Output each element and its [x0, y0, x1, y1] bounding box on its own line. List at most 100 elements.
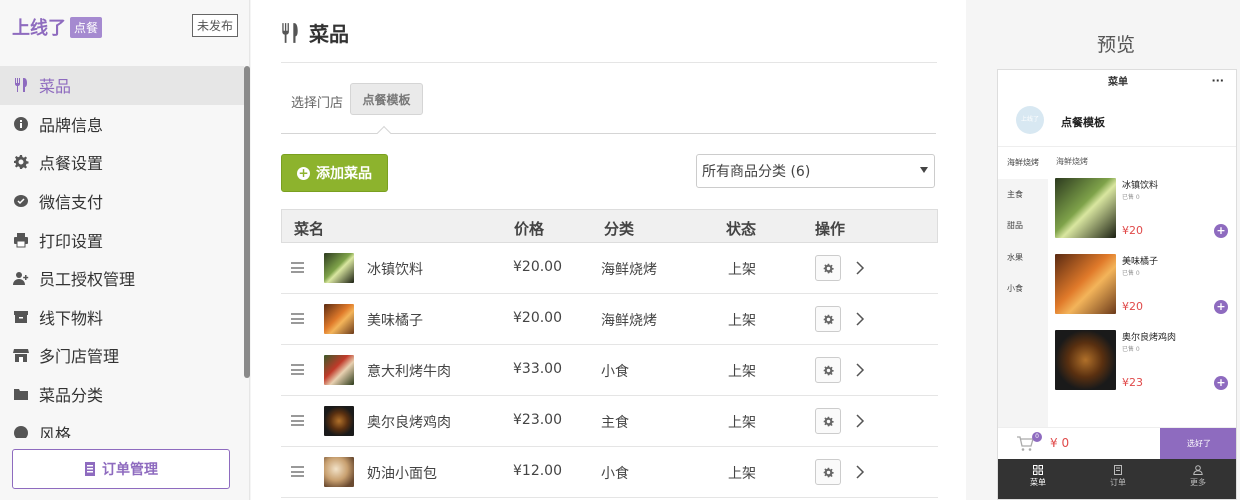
phone-tab-bar: 菜单 订单 更多	[998, 459, 1236, 499]
chevron-right-icon[interactable]	[855, 412, 865, 430]
sidebar-item-label: 点餐设置	[39, 154, 104, 174]
settings-button[interactable]	[815, 306, 841, 332]
store-icon	[12, 346, 30, 364]
sidebar-item-order-settings[interactable]: 点餐设置	[0, 143, 244, 182]
phone-dish-name: 冰镇饮料	[1122, 181, 1159, 191]
phone-dish-sold: 已售 0	[1122, 270, 1140, 277]
add-dish-button[interactable]: + 添加菜品	[281, 154, 388, 192]
sidebar-item-dish-categories[interactable]: 菜品分类	[0, 375, 244, 414]
document-icon	[1114, 465, 1122, 475]
user-add-icon	[12, 269, 30, 287]
title-divider	[281, 62, 937, 63]
sidebar-item-label: 菜品分类	[39, 386, 104, 406]
dish-price: ¥20.00	[513, 310, 562, 326]
gear-icon	[823, 263, 834, 273]
plus-circle-icon: +	[297, 165, 310, 180]
dish-category: 小食	[601, 466, 629, 482]
drag-handle-icon[interactable]	[291, 262, 304, 273]
page-title-text: 菜品	[309, 22, 349, 46]
gear-icon	[823, 365, 834, 375]
phone-tab-orders[interactable]: 订单	[1078, 459, 1158, 499]
dish-thumbnail	[324, 304, 354, 334]
phone-category-item[interactable]: 水果	[998, 242, 1048, 274]
drag-handle-icon[interactable]	[291, 364, 304, 375]
brand-logo[interactable]: 上线了 点餐	[12, 14, 103, 40]
phone-dish-price: ¥20	[1122, 300, 1143, 313]
phone-tab-label: 订单	[1110, 478, 1126, 487]
phone-category-item[interactable]: 主食	[998, 179, 1048, 211]
dish-category: 主食	[601, 415, 629, 431]
dish-table: 菜名 价格 分类 状态 操作 冰镇饮料 ¥20.00 海鲜烧烤 上架 美味橘子 …	[281, 209, 938, 498]
add-to-cart-icon[interactable]: +	[1214, 300, 1228, 314]
dropdown-arrow-icon	[920, 167, 928, 173]
phone-category-item[interactable]: 小食	[998, 273, 1048, 305]
info-icon	[12, 115, 30, 133]
checkout-button[interactable]: 选好了	[1160, 428, 1236, 460]
sidebar-item-dishes[interactable]: 菜品	[0, 66, 244, 105]
sidebar: 上线了 点餐 未发布 菜品 品牌信息 点餐设置 微信支付 打印设置 员工授权管理	[0, 0, 250, 500]
dish-thumbnail	[324, 253, 354, 283]
shop-logo: 上线了	[1016, 106, 1044, 134]
dish-status: 上架	[728, 415, 756, 431]
chevron-right-icon[interactable]	[855, 361, 865, 379]
table-header: 菜名 价格 分类 状态 操作	[281, 209, 938, 243]
phone-tab-menu[interactable]: 菜单	[998, 459, 1078, 499]
phone-tab-more[interactable]: 更多	[1158, 459, 1236, 499]
sidebar-item-label: 微信支付	[39, 193, 104, 213]
cutlery-icon	[282, 22, 298, 43]
chevron-right-icon[interactable]	[855, 463, 865, 481]
phone-preview: 菜单 ··· 上线了 点餐模板 海鲜烧烤 主食 甜品 水果 小食 海鲜烧烤 冰镇…	[997, 69, 1237, 500]
settings-button[interactable]	[815, 408, 841, 434]
box-icon	[12, 308, 30, 326]
settings-button[interactable]	[815, 459, 841, 485]
phone-category-item[interactable]: 甜品	[998, 210, 1048, 242]
sidebar-item-style[interactable]: 风格	[0, 413, 244, 438]
dish-status: 上架	[728, 466, 756, 482]
dish-status: 上架	[728, 364, 756, 380]
add-to-cart-icon[interactable]: +	[1214, 224, 1228, 238]
table-row: 奥尔良烤鸡肉 ¥23.00 主食 上架	[281, 396, 938, 447]
publish-status-badge[interactable]: 未发布	[192, 14, 239, 37]
more-dots-icon[interactable]: ···	[1211, 70, 1224, 92]
category-filter-value: 所有商品分类 (6)	[702, 164, 811, 180]
sidebar-item-print-settings[interactable]: 打印设置	[0, 220, 244, 259]
tab-select-store[interactable]: 选择门店	[291, 92, 343, 111]
phone-dish-item: 美味橘子 已售 0 ¥20 +	[1055, 254, 1235, 316]
brand-tag: 点餐	[70, 16, 103, 38]
sidebar-scrollbar[interactable]	[244, 66, 250, 378]
dish-price: ¥23.00	[513, 412, 562, 428]
drag-handle-icon[interactable]	[291, 466, 304, 477]
gear-icon	[823, 416, 834, 426]
dish-thumbnail	[324, 457, 354, 487]
category-filter-select[interactable]: 所有商品分类 (6)	[696, 154, 935, 188]
drag-handle-icon[interactable]	[291, 313, 304, 324]
sidebar-item-wechat-pay[interactable]: 微信支付	[0, 182, 244, 221]
sidebar-item-brand-info[interactable]: 品牌信息	[0, 105, 244, 144]
sidebar-item-staff-auth[interactable]: 员工授权管理	[0, 259, 244, 298]
sidebar-item-offline-materials[interactable]: 线下物料	[0, 298, 244, 337]
dish-category: 海鲜烧烤	[601, 313, 657, 329]
shop-name: 点餐模板	[1061, 116, 1105, 129]
add-to-cart-icon[interactable]: +	[1214, 376, 1228, 390]
tab-order-template[interactable]: 点餐模板	[350, 83, 423, 115]
phone-tab-label: 菜单	[1030, 478, 1046, 487]
chevron-right-icon[interactable]	[855, 259, 865, 277]
sidebar-item-label: 品牌信息	[39, 115, 104, 135]
dish-price: ¥20.00	[513, 259, 562, 275]
phone-header: 菜单	[1108, 77, 1128, 88]
sidebar-item-multi-store[interactable]: 多门店管理	[0, 336, 244, 375]
settings-button[interactable]	[815, 255, 841, 281]
drag-handle-icon[interactable]	[291, 415, 304, 426]
phone-category-item[interactable]: 海鲜烧烤	[998, 147, 1048, 179]
phone-dish-image	[1055, 330, 1116, 390]
dish-status: 上架	[728, 262, 756, 278]
order-management-button[interactable]: 订单管理	[12, 449, 230, 489]
phone-tab-label: 更多	[1190, 478, 1206, 487]
chevron-right-icon[interactable]	[855, 310, 865, 328]
phone-dish-item: 奥尔良烤鸡肉 已售 0 ¥23 +	[1055, 330, 1235, 392]
settings-button[interactable]	[815, 357, 841, 383]
dish-thumbnail	[324, 406, 354, 436]
palette-icon	[12, 424, 30, 438]
sidebar-item-label: 打印设置	[39, 231, 104, 251]
dish-name: 意大利烤牛肉	[367, 364, 451, 380]
